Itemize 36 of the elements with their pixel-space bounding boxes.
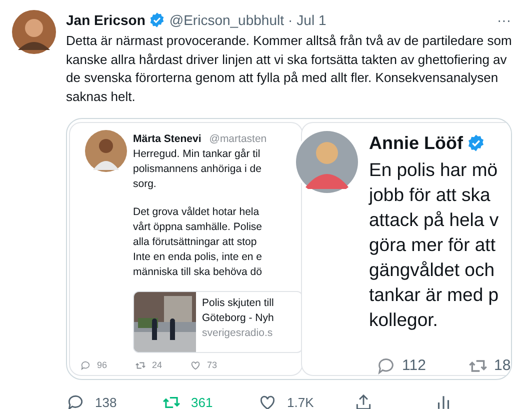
link-title: Polis skjuten till Göteborg - Nyh (202, 296, 274, 326)
count: 96 (97, 359, 108, 372)
reply-icon (66, 393, 85, 409)
avatar[interactable] (12, 10, 56, 54)
author-name: Märta Stenevi (133, 132, 202, 147)
link-domain: sverigesradio.s (202, 326, 274, 341)
like-button[interactable] (258, 393, 277, 409)
count: 24 (152, 359, 162, 372)
reply-button[interactable] (66, 393, 85, 409)
author-name: Annie Lööf (369, 132, 463, 155)
avatar (85, 130, 127, 172)
avatar (294, 129, 360, 195)
more-button[interactable]: ··· (497, 10, 515, 30)
reply-icon (376, 356, 396, 376)
share-icon (354, 393, 373, 409)
author-handle[interactable]: @Ericson_ubbhult (169, 10, 284, 30)
tweet-text: Detta är närmast provocerande. Kommer alltså från två av de partiledare som kanske allra hårdast driver linjen att vi ska fortsätta takten av ghettofiering av de svenska förorterna genom att fylla på med allt fler. Konsekvensanalysen saknas helt. (66, 32, 512, 106)
like-count: 1.7K (287, 394, 314, 409)
tweet-date[interactable]: Jul 1 (296, 10, 326, 30)
retweet-count: 361 (191, 394, 213, 409)
tweet-text: En polis har mö jobb för att ska attack på hela v göra mer för att gängvåldet och tankar är med p kollegor. (369, 158, 499, 332)
separator: · (288, 10, 293, 30)
share-button[interactable] (354, 393, 373, 409)
retweet-icon (135, 360, 146, 372)
reply-count: 138 (95, 394, 117, 409)
author-handle: @martasten (209, 132, 267, 147)
reply-icon (80, 360, 91, 372)
heart-icon (190, 360, 201, 372)
tweet-text: Herregud. Min tankar går til polismannens anhöriga i de sorg. (133, 147, 262, 192)
count: 112 (402, 356, 426, 376)
author-name[interactable]: Jan Ericson (66, 10, 146, 30)
count: 18 (494, 356, 511, 376)
tweet-text: Det grova våldet hotar hela vårt öppna samhälle. Polise alla förutsättningar att stop Inte en enda polis, inte en e människa till ska behöva dö (133, 205, 264, 280)
media-frame[interactable] (66, 118, 512, 380)
count: 73 (207, 359, 218, 372)
heart-icon (258, 393, 277, 409)
